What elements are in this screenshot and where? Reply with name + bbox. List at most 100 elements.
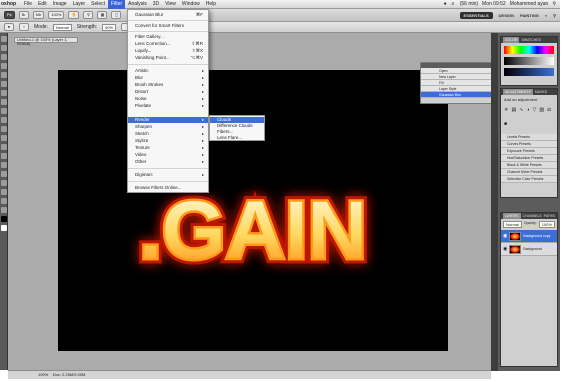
menu-item-sharpen[interactable]: Sharpen [128, 124, 208, 130]
marquee-tool-icon[interactable] [1, 45, 7, 51]
menu-item-sketch[interactable]: Sketch [128, 131, 208, 137]
pen-tool-icon[interactable] [1, 162, 7, 168]
menu-select[interactable]: Select [88, 0, 108, 9]
preset-row[interactable]: Black & White Presets [501, 162, 557, 169]
document-tab[interactable]: Untitled-1 @ 100% (Layer 1, RGB/8) [14, 37, 78, 46]
menu-item-brush-strokes[interactable]: Brush Strokes [128, 82, 208, 88]
menu-image[interactable]: Image [50, 0, 70, 9]
zoom-level-select[interactable]: 100% [48, 11, 65, 19]
workspace-essentials[interactable]: ESSENTIALS [459, 11, 493, 19]
tab-layers[interactable]: LAYERS [503, 213, 521, 219]
tab-color[interactable]: COLOR [503, 37, 520, 43]
color-slider-b[interactable] [504, 68, 554, 76]
screen-mode-button[interactable]: ▢ [111, 11, 122, 19]
gradient-tool-icon[interactable] [1, 135, 7, 141]
menu-window[interactable]: Window [179, 0, 203, 9]
zoom-tool-icon[interactable] [1, 207, 7, 213]
zoom-tool-icon[interactable]: ⚲ [83, 11, 94, 19]
opacity-field[interactable]: 100% [538, 221, 555, 228]
levels-icon[interactable]: ▤ [511, 107, 516, 118]
menu-item-pixelate[interactable]: Pixelate [128, 103, 208, 109]
status-zoom[interactable]: 100% [38, 372, 48, 377]
search-icon[interactable]: ⚲ [553, 13, 556, 18]
tab-adjustments[interactable]: ADJUSTMENTS [503, 89, 533, 95]
black-white-icon[interactable]: ■ [504, 121, 507, 132]
menu-item-other[interactable]: Other [128, 159, 208, 165]
blend-mode-select[interactable]: Normal [503, 221, 522, 228]
menu-item-blur[interactable]: Blur [128, 75, 208, 81]
hand-tool-icon[interactable] [1, 198, 7, 204]
submenu-item-lens-flare[interactable]: Lens Flare... [210, 135, 264, 141]
menu-item-lens-correction[interactable]: Lens Correction... ⇧⌘R [128, 41, 208, 47]
menu-edit[interactable]: Edit [35, 0, 50, 9]
menu-help[interactable]: Help [203, 0, 219, 9]
menu-analysis[interactable]: Analysis [125, 0, 150, 9]
menu-item-noise[interactable]: Noise [128, 96, 208, 102]
hue-saturation-icon[interactable]: ▧ [539, 107, 544, 118]
lasso-tool-icon[interactable] [1, 54, 7, 60]
eraser-tool-icon[interactable] [1, 126, 7, 132]
brush-size-picker[interactable]: ○ [19, 23, 29, 31]
battery-status[interactable]: (56 min) [460, 1, 478, 7]
app-name-menu[interactable]: oshop [1, 1, 16, 7]
menu-filter[interactable]: Filter [108, 0, 126, 9]
menu-item-last-filter[interactable]: Gaussian Blur ⌘F [128, 12, 208, 18]
menu-3d[interactable]: 3D [150, 0, 162, 9]
tab-masks[interactable]: MASKS [535, 89, 547, 95]
workspace-design[interactable]: DESIGN [499, 13, 514, 18]
workspace-more[interactable]: » [545, 13, 547, 18]
curves-icon[interactable]: ∿ [519, 107, 523, 118]
menu-item-render[interactable]: Render [128, 117, 208, 123]
type-tool-icon[interactable] [1, 171, 7, 177]
brush-tool-icon[interactable] [1, 99, 7, 105]
layer-row[interactable]: ◉ Background [501, 243, 557, 256]
brightness-icon[interactable]: ☀ [504, 107, 508, 118]
eyedropper-tool-icon[interactable] [1, 81, 7, 87]
mode-select[interactable]: Normal [52, 23, 72, 31]
crop-tool-icon[interactable] [1, 72, 7, 78]
tab-channels[interactable]: CHANNELS [523, 213, 542, 219]
tool-preset-picker[interactable]: ● [4, 23, 14, 31]
menu-item-digimarc[interactable]: Digimarc [128, 172, 208, 178]
strength-field[interactable]: 50% [102, 23, 117, 31]
menu-item-distort[interactable]: Distort [128, 89, 208, 95]
preset-row[interactable]: Channel Mixer Presets [501, 169, 557, 176]
menu-layer[interactable]: Layer [70, 0, 89, 9]
tab-paths[interactable]: PATHS [544, 213, 555, 219]
menu-item-texture[interactable]: Texture [128, 145, 208, 151]
document-canvas[interactable]: .GAIN .GAIN .GAIN [58, 70, 448, 351]
bridge-button[interactable]: Br [18, 11, 29, 19]
move-tool-icon[interactable] [1, 36, 7, 42]
clone-stamp-tool-icon[interactable] [1, 108, 7, 114]
layer-name[interactable]: Background [523, 247, 542, 251]
menu-item-convert-smart-filters[interactable]: Convert for Smart Filters [128, 23, 208, 29]
layer-row-selected[interactable]: ◉ Background copy [501, 230, 557, 243]
color-balance-icon[interactable]: ⚖ [547, 107, 551, 118]
menu-item-artistic[interactable]: Artistic [128, 68, 208, 74]
path-select-tool-icon[interactable] [1, 180, 7, 186]
menu-item-browse-filters-online[interactable]: Browse Filters Online... [128, 185, 208, 191]
color-slider-g[interactable] [504, 57, 554, 65]
eye-icon[interactable]: ◉ [503, 246, 507, 252]
vibrance-icon[interactable]: ▽ [532, 107, 536, 118]
shape-tool-icon[interactable] [1, 189, 7, 195]
dodge-tool-icon[interactable] [1, 153, 7, 159]
clock[interactable]: Mon 09:52 [482, 1, 506, 7]
user-name[interactable]: Mohammed ayan [510, 1, 549, 7]
history-brush-tool-icon[interactable] [1, 117, 7, 123]
spotlight-icon[interactable]: ⚲ [552, 1, 556, 7]
minibridge-button[interactable]: Mb [32, 11, 45, 19]
preset-row[interactable]: Selective Color Presets [501, 176, 557, 183]
background-color-swatch[interactable] [1, 225, 7, 231]
color-slider-r[interactable] [504, 46, 554, 54]
history-state-selected[interactable]: Gaussian Blur [421, 92, 496, 98]
blur-tool-icon[interactable] [1, 144, 7, 150]
healing-brush-tool-icon[interactable] [1, 90, 7, 96]
layer-name[interactable]: Background copy [523, 234, 550, 238]
preset-row[interactable]: Curves Presets [501, 141, 557, 148]
menu-item-stylize[interactable]: Stylize [128, 138, 208, 144]
eye-icon[interactable]: ◉ [503, 233, 507, 239]
menu-item-liquify[interactable]: Liquify... ⇧⌘X [128, 48, 208, 54]
preset-row[interactable]: Exposure Presets [501, 148, 557, 155]
wifi-icon[interactable]: ● [444, 1, 447, 7]
